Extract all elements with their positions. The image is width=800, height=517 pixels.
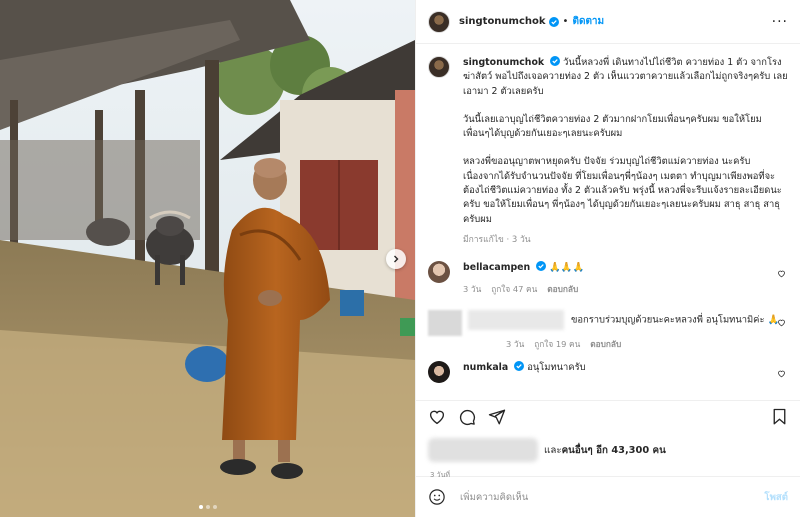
caption-paragraph-3: หลวงพี่ขออนุญาตพาหยุดครับ ปัจจัย ร่วมบุญ… [463, 156, 782, 225]
like-comment-heart-icon[interactable] [777, 318, 786, 330]
commenter-username-redacted[interactable] [468, 310, 564, 331]
next-photo-button[interactable] [386, 249, 406, 269]
verified-badge-icon [550, 56, 561, 66]
carousel-dot [205, 505, 210, 509]
monk-with-buffalo-photo [0, 0, 415, 517]
author-avatar[interactable] [428, 10, 450, 33]
carousel-dot [198, 505, 203, 509]
comment-body: bellacampen 🙏🙏🙏 3 วัน ถูกใจ 47 คน ตอบกลั… [463, 261, 788, 296]
caption-meta: มีการแก้ไข · 3 วัน [463, 234, 531, 245]
caption-avatar[interactable] [428, 56, 450, 78]
likes-count[interactable]: คนอื่นๆ อีก 43,300 คน [562, 443, 666, 458]
post-details: singtonumchok • ติดตาม ··· singtonumchok… [415, 0, 800, 517]
comments-area[interactable]: singtonumchok วันนี้หลวงพี่ เดินทางไปไถ่… [416, 44, 800, 400]
caption-paragraph-1: singtonumchok วันนี้หลวงพี่ เดินทางไปไถ่… [463, 56, 788, 99]
comment-meta: 3 วัน ถูกใจ 19 คน ตอบกลับ [506, 337, 788, 351]
post-header: singtonumchok • ติดตาม ··· [416, 0, 800, 44]
caption-paragraph-2: วันนี้เลยเอาบุญไถ่ชีวิตควายท่อง 2 ตัวมาก… [463, 113, 762, 140]
comment-text: ขอกราบร่วมบุญด้วยนะคะหลวงพี่ อนุโมทนามิค… [570, 314, 780, 326]
post-photo[interactable] [0, 0, 415, 517]
reply-button[interactable]: ตอบกลับ [590, 337, 621, 351]
bookmark-save-icon[interactable] [771, 408, 788, 426]
commenter-avatar[interactable] [428, 261, 450, 284]
author-username[interactable]: singtonumchok [459, 16, 546, 27]
comment-input[interactable]: เพิ่มความคิดเห็น [460, 490, 764, 505]
follow-button[interactable]: ติดตาม [572, 14, 604, 29]
liker-avatars-redacted [428, 438, 538, 462]
comment-item: bellacampen 🙏🙏🙏 3 วัน ถูกใจ 47 คน ตอบกลั… [428, 261, 788, 296]
like-comment-heart-icon[interactable] [777, 369, 786, 381]
commenter-username[interactable]: numkala [463, 362, 508, 373]
comment-text: อนุโมทนาครับ [527, 362, 586, 374]
post-viewer: singtonumchok • ติดตาม ··· singtonumchok… [0, 0, 800, 517]
share-send-icon[interactable] [488, 408, 506, 426]
caption-username[interactable]: singtonumchok [463, 57, 544, 68]
comment-body: numkala อนุโมทนาครับ [463, 361, 788, 375]
chevron-right-icon [392, 255, 400, 263]
caption-body: singtonumchok วันนี้หลวงพี่ เดินทางไปไถ่… [463, 56, 788, 247]
emoji-smiley-icon[interactable] [428, 488, 446, 506]
post-comment-button[interactable]: โพสต์ [764, 490, 788, 505]
verified-badge-icon [536, 261, 547, 272]
comment-item: numkala อนุโมทนาครับ [428, 361, 788, 384]
post-time: 3 วันที่ [430, 471, 451, 479]
header-separator: • [562, 16, 569, 27]
comment-time: 3 วัน [506, 339, 525, 350]
post-caption: singtonumchok วันนี้หลวงพี่ เดินทางไปไถ่… [428, 56, 788, 247]
comment-text: 🙏🙏🙏 [549, 262, 585, 274]
post-actions [416, 400, 800, 432]
commenter-username[interactable]: bellacampen [463, 262, 530, 273]
carousel-dot [212, 505, 217, 509]
commenter-avatar[interactable] [428, 361, 450, 384]
reply-button[interactable]: ตอบกลับ [547, 282, 578, 296]
verified-badge-icon [548, 16, 559, 27]
add-comment-bar: เพิ่มความคิดเห็น โพสต์ [416, 476, 800, 517]
commenter-avatar[interactable] [428, 310, 462, 337]
comment-time: 3 วัน [463, 284, 482, 295]
likes-summary: และ คนอื่นๆ อีก 43,300 คน 3 วันที่ [416, 432, 800, 479]
comment-item: ขอกราบร่วมบุญด้วยนะคะหลวงพี่ อนุโมทนามิค… [428, 310, 788, 351]
comment-likes[interactable]: ถูกใจ 19 คน [534, 337, 580, 351]
like-heart-icon[interactable] [428, 408, 446, 426]
comment-body: ขอกราบร่วมบุญด้วยนะคะหลวงพี่ อนุโมทนามิค… [468, 310, 788, 351]
like-comment-heart-icon[interactable] [777, 269, 786, 281]
comment-likes[interactable]: ถูกใจ 47 คน [491, 282, 537, 296]
likes-prefix: และ [544, 444, 562, 456]
comment-bubble-icon[interactable] [458, 408, 476, 426]
more-options-button[interactable]: ··· [772, 14, 788, 30]
carousel-indicator [0, 505, 415, 509]
comment-meta: 3 วัน ถูกใจ 47 คน ตอบกลับ [463, 282, 788, 296]
verified-badge-icon [514, 361, 525, 372]
